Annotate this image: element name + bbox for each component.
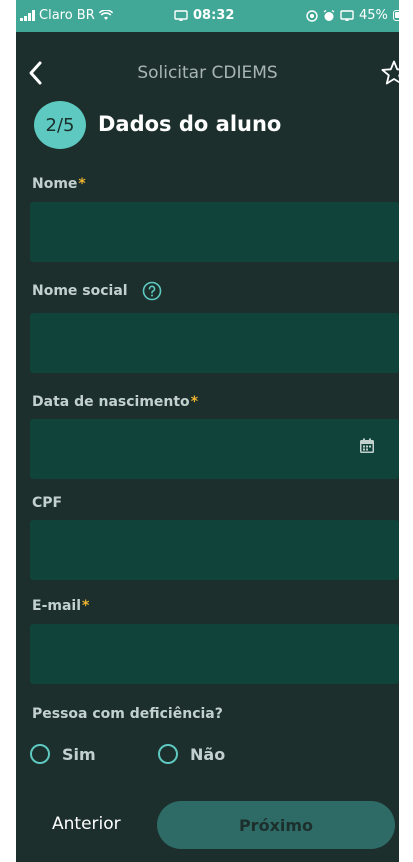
- screen-mirror-icon: [174, 9, 188, 21]
- cpf-label-text: CPF: [32, 495, 63, 511]
- radio-option-sim[interactable]: Sim: [30, 742, 96, 766]
- radio-label-nao: Não: [190, 744, 226, 764]
- question-circle-icon[interactable]: [142, 281, 162, 301]
- status-time: 08:32: [193, 8, 235, 23]
- deficiencia-question: Pessoa com deficiência?: [32, 706, 223, 722]
- email-label: E-mail *: [32, 598, 89, 614]
- step-title: Dados do aluno: [98, 112, 282, 136]
- screen-mirror-icon: [340, 9, 354, 21]
- favorite-button[interactable]: [380, 59, 399, 87]
- page-title: Solicitar CDIEMS: [137, 63, 278, 83]
- email-input[interactable]: [30, 624, 399, 684]
- nome-input[interactable]: [30, 202, 399, 262]
- data-nascimento-label: Data de nascimento *: [32, 394, 198, 410]
- previous-button[interactable]: Anterior: [52, 814, 121, 834]
- cpf-input[interactable]: [30, 520, 399, 580]
- next-button[interactable]: Próximo: [157, 801, 395, 849]
- cpf-label: CPF: [32, 495, 62, 511]
- nome-social-label: Nome social: [32, 281, 162, 301]
- radio-label-sim: Sim: [62, 744, 96, 764]
- alarm-icon: [323, 9, 335, 21]
- data-nascimento-input[interactable]: [30, 419, 399, 479]
- radio-circle[interactable]: [30, 744, 50, 764]
- nome-social-input[interactable]: [30, 313, 399, 373]
- battery-percent: 45%: [359, 8, 388, 23]
- nome-label: Nome *: [32, 176, 86, 192]
- required-mark: *: [82, 598, 90, 614]
- calendar-icon[interactable]: [358, 437, 376, 455]
- nome-label-text: Nome: [32, 176, 78, 192]
- radio-option-nao[interactable]: Não: [158, 742, 225, 766]
- email-label-text: E-mail: [32, 598, 82, 614]
- app-screen: Claro BR 08:32 45% Solicitar CDIEMS 2/5 …: [16, 0, 399, 862]
- location-icon: [306, 9, 318, 22]
- data-nascimento-label-text: Data de nascimento: [32, 394, 190, 410]
- status-center: 08:32: [174, 8, 234, 23]
- nome-social-label-text: Nome social: [32, 283, 128, 299]
- status-left: Claro BR: [20, 8, 113, 23]
- app-header: Solicitar CDIEMS: [16, 55, 399, 91]
- wifi-icon: [98, 10, 113, 20]
- carrier-name: Claro BR: [39, 8, 95, 23]
- required-mark: *: [190, 394, 199, 410]
- status-right: 45%: [306, 8, 399, 23]
- radio-circle[interactable]: [158, 744, 178, 764]
- battery-icon: [392, 10, 399, 21]
- star-outline-icon: [381, 60, 399, 85]
- signal-icon: [20, 10, 35, 21]
- required-mark: *: [78, 176, 86, 192]
- step-indicator: 2/5: [34, 101, 86, 149]
- status-bar: Claro BR 08:32 45%: [16, 0, 399, 32]
